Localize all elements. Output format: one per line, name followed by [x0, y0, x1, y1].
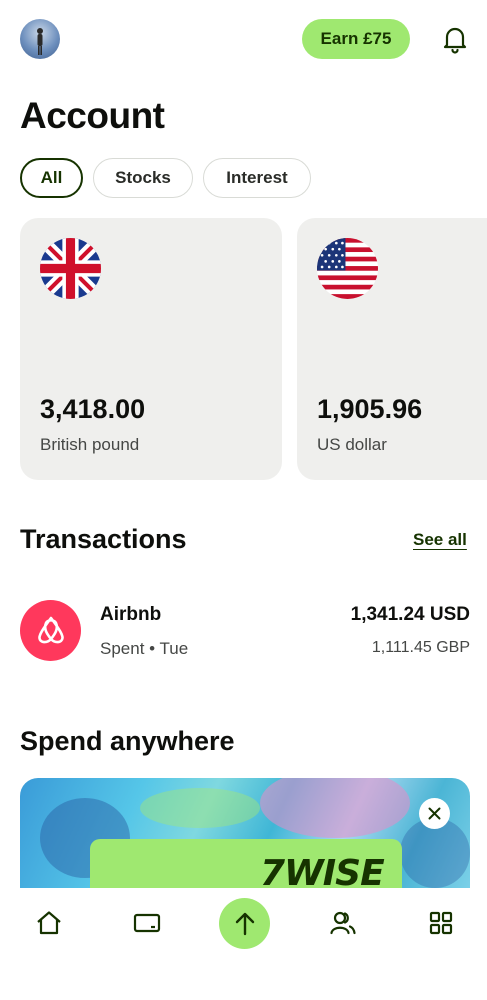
bottom-nav	[0, 888, 487, 1000]
chip-interest[interactable]: Interest	[203, 158, 311, 198]
promo-banner[interactable]: 7WISE	[20, 778, 470, 888]
transactions-title: Transactions	[20, 524, 187, 554]
recipients-icon[interactable]	[328, 908, 358, 938]
chip-stocks[interactable]: Stocks	[93, 158, 193, 198]
promo-art	[140, 788, 260, 828]
transaction-meta: Spent • Tue	[100, 639, 189, 658]
see-all-link[interactable]: See all	[413, 530, 467, 550]
bell-icon[interactable]	[440, 24, 470, 54]
card-icon[interactable]	[132, 908, 162, 938]
currency-name: British pound	[40, 435, 140, 454]
transaction-amount-converted: 1,111.45 GBP	[371, 639, 470, 656]
uk-flag-icon	[40, 238, 101, 299]
balance-amount: 1,905.96	[317, 394, 423, 424]
us-flag-icon	[317, 238, 378, 299]
currency-name: US dollar	[317, 435, 387, 454]
home-icon[interactable]	[34, 908, 64, 938]
chip-all[interactable]: All	[20, 158, 83, 198]
transaction-amount: 1,341.24 USD	[350, 604, 470, 625]
top-bar: Earn £75	[0, 0, 487, 80]
wise-card: 7WISE	[90, 839, 402, 888]
send-arrow-icon[interactable]	[219, 898, 270, 949]
transaction-row[interactable]: Airbnb Spent • Tue 1,341.24 USD 1,111.45…	[20, 600, 470, 662]
airbnb-logo-icon	[20, 600, 81, 661]
balance-card-usd[interactable]: 1,905.96 US dollar	[297, 218, 487, 480]
profile-avatar[interactable]	[20, 19, 60, 59]
balance-cards: 3,418.00 British pound 1,905.96 US dolla…	[20, 218, 487, 480]
grid-icon[interactable]	[426, 908, 456, 938]
promo-art	[260, 778, 410, 838]
balance-amount: 3,418.00	[40, 394, 146, 424]
merchant-name: Airbnb	[100, 604, 162, 625]
promo-title: Spend anywhere	[20, 726, 235, 756]
page-title: Account	[20, 95, 165, 136]
close-icon[interactable]	[419, 798, 450, 829]
earn-referral-button[interactable]: Earn £75	[302, 19, 410, 59]
wise-logo: 7WISE	[260, 853, 385, 888]
balance-card-gbp[interactable]: 3,418.00 British pound	[20, 218, 282, 480]
filter-chips: All Stocks Interest	[20, 158, 311, 198]
